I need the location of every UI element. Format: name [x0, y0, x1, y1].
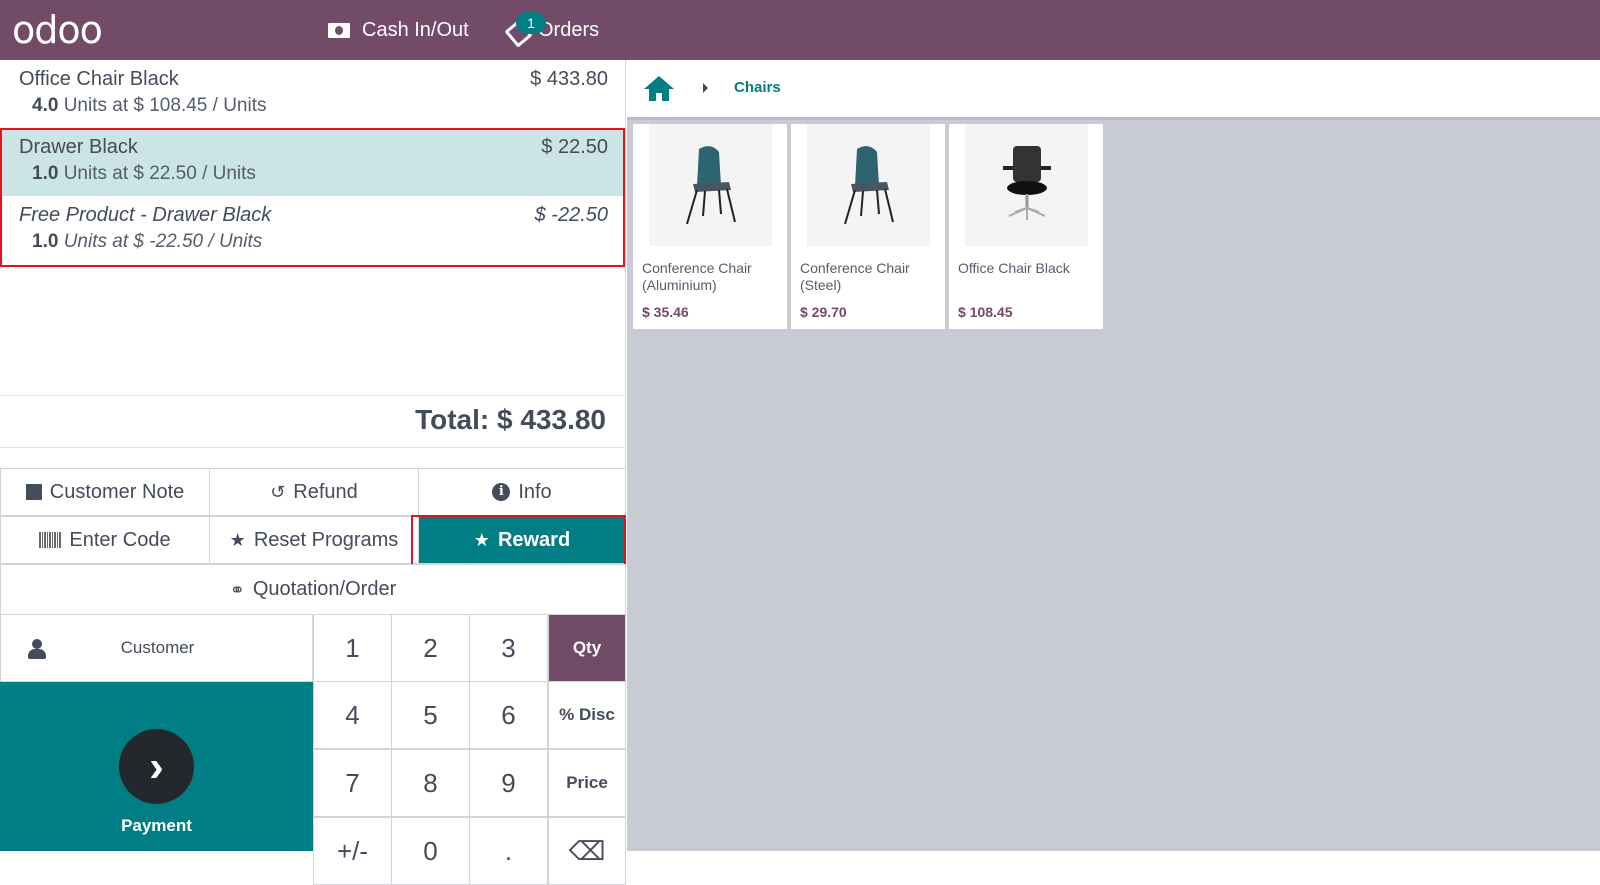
link-icon: ⚭: [229, 579, 245, 600]
orderline[interactable]: Office Chair Black $ 433.80 4.0 Units at…: [0, 60, 626, 126]
top-bar: odoo Cash In/Out Orders 1: [0, 0, 1600, 60]
info-icon: i: [492, 483, 511, 501]
quotation-order-button[interactable]: ⚭ Quotation/Order: [0, 564, 626, 615]
customer-note-button[interactable]: Customer Note: [0, 468, 210, 516]
numpad-key-0[interactable]: 0: [391, 817, 470, 885]
reset-programs-label: Reset Programs: [253, 528, 399, 551]
orderline-qty: 1.0: [32, 163, 59, 184]
product-price: $ 35.46: [642, 304, 689, 320]
numpad-key-plus-minus[interactable]: +/-: [313, 817, 392, 885]
mode-qty-button[interactable]: Qty: [548, 614, 626, 682]
breadcrumb-category[interactable]: Chairs: [734, 79, 781, 96]
info-label: Info: [518, 480, 552, 503]
cash-in-out-button[interactable]: Cash In/Out: [328, 0, 469, 60]
orderline-unit-price: Units at $ 22.50 / Units: [58, 163, 256, 184]
numpad-key-1[interactable]: 1: [313, 614, 392, 682]
product-image: [965, 124, 1088, 246]
mode-price-button[interactable]: Price: [548, 749, 626, 817]
product-card[interactable]: Conference Chair (Aluminium) $ 35.46: [633, 124, 787, 329]
chevron-right-icon: ›: [119, 729, 194, 804]
undo-icon: ↺: [270, 482, 286, 502]
orderline-price: $ -22.50: [534, 204, 608, 226]
orderline-info: 1.0 Units at $ 22.50 / Units: [32, 163, 256, 185]
product-card[interactable]: Office Chair Black $ 108.45: [949, 124, 1103, 329]
product-screen: Chairs Conference Chair (Aluminium) $ 35…: [627, 60, 1600, 851]
numpad-key-2[interactable]: 2: [391, 614, 470, 682]
order-summary: Total: $ 433.80: [0, 395, 626, 448]
sticky-note-icon: [25, 484, 42, 500]
caret-right-icon: [703, 83, 708, 93]
customer-button[interactable]: Customer: [0, 614, 313, 682]
product-price: $ 108.45: [958, 304, 1013, 320]
numpad-key-decimal[interactable]: .: [469, 817, 548, 885]
orderline-product-name: Free Product - Drawer Black: [19, 204, 272, 226]
star-icon: ★: [473, 530, 490, 550]
reset-programs-button[interactable]: ★ Reset Programs: [209, 516, 419, 564]
product-name: Office Chair Black: [958, 260, 1070, 276]
odoo-logo: odoo: [12, 8, 103, 52]
numpad-key-7[interactable]: 7: [313, 749, 392, 817]
numpad-key-9[interactable]: 9: [469, 749, 548, 817]
product-name: Conference Chair (Steel): [800, 260, 910, 293]
orderline-info: 1.0 Units at $ -22.50 / Units: [32, 231, 262, 253]
product-card[interactable]: Conference Chair (Steel) $ 29.70: [791, 124, 945, 329]
barcode-icon: [39, 532, 62, 548]
orderline-product-name: Drawer Black: [19, 136, 138, 158]
order-total: Total: $ 433.80: [415, 404, 606, 435]
mode-discount-button[interactable]: % Disc: [548, 681, 626, 749]
customer-note-label: Customer Note: [49, 480, 185, 503]
orderline-qty: 1.0: [32, 231, 59, 252]
numpad-key-5[interactable]: 5: [391, 681, 470, 749]
numpad-key-3[interactable]: 3: [469, 614, 548, 682]
reward-button[interactable]: ★ Reward: [418, 516, 626, 564]
info-button[interactable]: i Info: [418, 468, 626, 516]
orders-count-badge: 1: [516, 12, 546, 34]
orderline-product-name: Office Chair Black: [19, 68, 179, 90]
payment-button[interactable]: › Payment: [0, 682, 313, 851]
enter-code-button[interactable]: Enter Code: [0, 516, 210, 564]
orderline-unit-price: Units at $ 108.45 / Units: [58, 95, 267, 116]
refund-button[interactable]: ↺ Refund: [209, 468, 419, 516]
orderline-price: $ 433.80: [530, 68, 608, 90]
home-icon[interactable]: [644, 76, 674, 102]
product-name: Conference Chair (Aluminium): [642, 260, 752, 293]
customer-label: Customer: [120, 638, 195, 657]
orderline-price: $ 22.50: [541, 136, 608, 158]
orders-label: Orders: [538, 18, 600, 41]
orderline-selected[interactable]: Drawer Black $ 22.50 1.0 Units at $ 22.5…: [0, 128, 626, 196]
orderline-unit-price: Units at $ -22.50 / Units: [58, 231, 263, 252]
quotation-order-label: Quotation/Order: [252, 578, 397, 600]
orderline-info: 4.0 Units at $ 108.45 / Units: [32, 95, 266, 117]
cash-in-out-label: Cash In/Out: [362, 18, 469, 41]
numpad-key-8[interactable]: 8: [391, 749, 470, 817]
product-image: [649, 124, 772, 246]
orderline-qty: 4.0: [32, 95, 59, 116]
backspace-button[interactable]: ⌫: [548, 817, 626, 885]
backspace-icon: ⌫: [568, 835, 606, 866]
enter-code-label: Enter Code: [69, 528, 171, 551]
product-price: $ 29.70: [800, 304, 847, 320]
reward-label: Reward: [497, 528, 571, 551]
cash-icon: [328, 22, 350, 38]
numpad-key-6[interactable]: 6: [469, 681, 548, 749]
star-icon: ★: [229, 530, 246, 550]
orderline-reward[interactable]: Free Product - Drawer Black $ -22.50 1.0…: [0, 196, 626, 264]
payment-label: Payment: [121, 816, 192, 835]
refund-label: Refund: [293, 480, 358, 503]
product-image: [807, 124, 930, 246]
numpad-key-4[interactable]: 4: [313, 681, 392, 749]
breadcrumb: Chairs: [627, 60, 1600, 120]
